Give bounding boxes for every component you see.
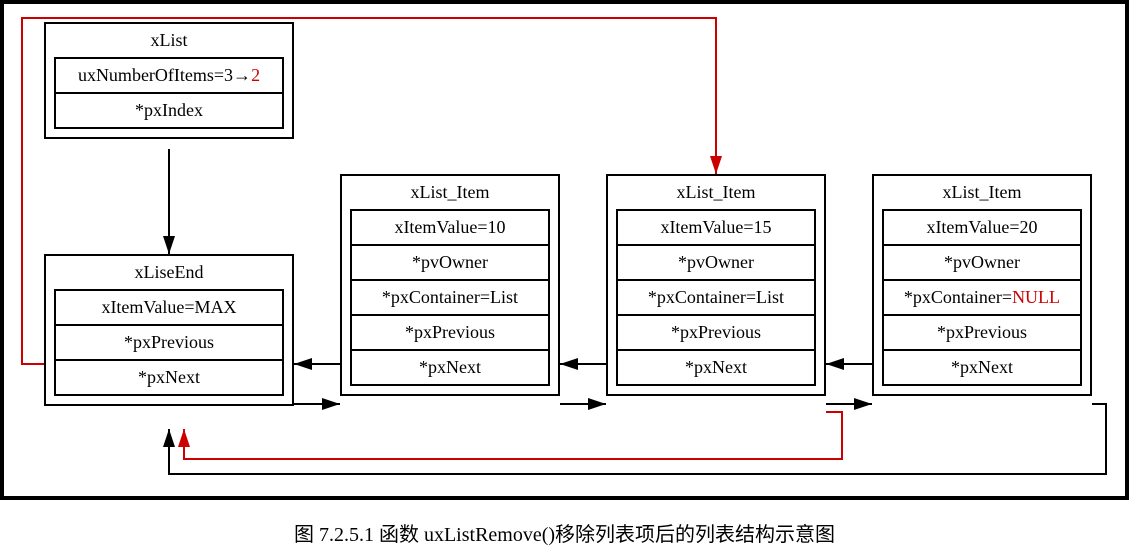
item15-pxprevious: *pxPrevious — [618, 316, 814, 351]
item15-pvowner: *pvOwner — [618, 246, 814, 281]
ux-new-value: 2 — [251, 65, 260, 85]
xlist-box: xList uxNumberOfItems=3→2 *pxIndex — [44, 22, 294, 139]
diagram-frame: xList uxNumberOfItems=3→2 *pxIndex xLise… — [0, 0, 1129, 500]
item20-pxcontainer: *pxContainer=NULL — [884, 281, 1080, 316]
xlist-title: xList — [46, 24, 292, 57]
item20-pxcontainer-null: NULL — [1012, 287, 1060, 307]
ux-prefix: uxNumberOfItems=3→ — [78, 65, 251, 85]
item15-box: xList_Item xItemValue=15 *pvOwner *pxCon… — [606, 174, 826, 396]
item10-table: xItemValue=10 *pvOwner *pxContainer=List… — [350, 209, 550, 386]
figure-caption: 图 7.2.5.1 函数 uxListRemove()移除列表项后的列表结构示意… — [0, 500, 1129, 547]
item20-xitemvalue: xItemValue=20 — [884, 211, 1080, 246]
item15-title: xList_Item — [608, 176, 824, 209]
item15-pxcontainer: *pxContainer=List — [618, 281, 814, 316]
item15-xitemvalue: xItemValue=15 — [618, 211, 814, 246]
item10-title: xList_Item — [342, 176, 558, 209]
item20-box: xList_Item xItemValue=20 *pvOwner *pxCon… — [872, 174, 1092, 396]
item20-pxprevious: *pxPrevious — [884, 316, 1080, 351]
item20-pvowner: *pvOwner — [884, 246, 1080, 281]
item20-pxcontainer-prefix: *pxContainer= — [904, 287, 1012, 307]
xlist-table: uxNumberOfItems=3→2 *pxIndex — [54, 57, 284, 129]
xlistend-box: xLiseEnd xItemValue=MAX *pxPrevious *pxN… — [44, 254, 294, 406]
xlistend-title: xLiseEnd — [46, 256, 292, 289]
xlistend-table: xItemValue=MAX *pxPrevious *pxNext — [54, 289, 284, 396]
item10-pxprevious: *pxPrevious — [352, 316, 548, 351]
item10-pxnext: *pxNext — [352, 351, 548, 384]
item15-table: xItemValue=15 *pvOwner *pxContainer=List… — [616, 209, 816, 386]
item20-table: xItemValue=20 *pvOwner *pxContainer=NULL… — [882, 209, 1082, 386]
uxnumberofitems-cell: uxNumberOfItems=3→2 — [56, 59, 282, 94]
item10-box: xList_Item xItemValue=10 *pvOwner *pxCon… — [340, 174, 560, 396]
xlistend-pxprevious: *pxPrevious — [56, 326, 282, 361]
arrow-item15-next-end-red — [184, 412, 842, 459]
pxindex-cell: *pxIndex — [56, 94, 282, 127]
item10-xitemvalue: xItemValue=10 — [352, 211, 548, 246]
xlistend-pxnext: *pxNext — [56, 361, 282, 394]
item20-title: xList_Item — [874, 176, 1090, 209]
item20-pxnext: *pxNext — [884, 351, 1080, 384]
arrow-item20-next-end-wrap — [169, 404, 1106, 474]
xlistend-xitemvalue: xItemValue=MAX — [56, 291, 282, 326]
item10-pvowner: *pvOwner — [352, 246, 548, 281]
item10-pxcontainer: *pxContainer=List — [352, 281, 548, 316]
item15-pxnext: *pxNext — [618, 351, 814, 384]
